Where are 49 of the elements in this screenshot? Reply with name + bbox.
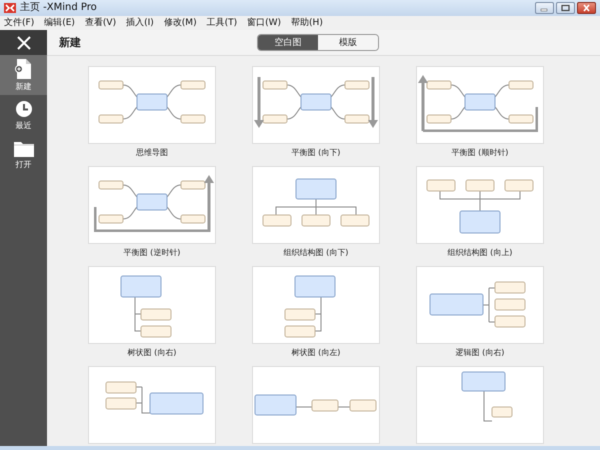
tab[interactable]: 空白图 xyxy=(258,35,318,50)
close-button[interactable] xyxy=(0,30,47,55)
close-icon xyxy=(16,36,30,50)
window-title: 主页 -XMind Pro xyxy=(20,2,98,14)
template-card[interactable] xyxy=(252,166,380,244)
close-button[interactable] xyxy=(577,2,596,14)
menu-item[interactable]: 插入(I) xyxy=(126,17,154,29)
folder-icon xyxy=(14,140,34,156)
sidebar-label: 最近 xyxy=(16,120,32,130)
template-label: 逻辑图 (向右) xyxy=(456,347,504,359)
diagram-drawing xyxy=(120,275,172,338)
menu-item[interactable]: 帮助(H) xyxy=(291,17,323,29)
sidebar-label: 打开 xyxy=(16,160,32,170)
template-card[interactable] xyxy=(252,66,380,144)
sidebar-label: 新建 xyxy=(16,82,32,92)
template-label: 树状图 (向左) xyxy=(292,347,340,359)
template-card[interactable] xyxy=(88,366,216,444)
template-card[interactable] xyxy=(88,166,216,244)
template-label: 平衡图 (顺时针) xyxy=(452,147,508,159)
maximize-button[interactable] xyxy=(556,2,575,14)
template-card[interactable] xyxy=(88,266,216,344)
page-title: 新建 xyxy=(59,36,81,50)
template-card[interactable] xyxy=(252,266,380,344)
menu-item[interactable]: 工具(T) xyxy=(206,17,238,29)
sidebar-item[interactable]: 最近 xyxy=(0,95,47,135)
menu-item[interactable]: 编辑(E) xyxy=(44,17,75,29)
diagram-drawing xyxy=(461,371,513,422)
sidebar-item[interactable]: 打开 xyxy=(0,135,47,175)
menu-item[interactable]: 窗口(W) xyxy=(247,17,282,29)
sidebar-item[interactable]: 新建 xyxy=(0,55,47,95)
template-card[interactable] xyxy=(88,66,216,144)
new-file-icon xyxy=(14,58,32,78)
template-card[interactable] xyxy=(416,166,544,244)
template-label: 树状图 (向右) xyxy=(128,347,176,359)
template-label: 平衡图 (向下) xyxy=(292,147,340,159)
template-card[interactable] xyxy=(252,366,380,444)
template-card[interactable] xyxy=(416,66,544,144)
menu-item[interactable]: 修改(M) xyxy=(164,17,197,29)
diagram-drawing xyxy=(284,275,336,338)
template-label: 平衡图 (逆时针) xyxy=(124,247,180,259)
template-label: 组织结构图 (向下) xyxy=(284,247,348,259)
clock-icon xyxy=(14,100,32,118)
template-card[interactable] xyxy=(416,266,544,344)
menu-item[interactable]: 查看(V) xyxy=(84,17,116,29)
template-label: 思维导图 xyxy=(136,147,168,159)
app-logo-icon xyxy=(4,3,16,13)
menu-item[interactable]: 文件(F) xyxy=(4,17,34,29)
template-card[interactable] xyxy=(416,366,544,444)
template-label: 组织结构图 (向上) xyxy=(448,247,512,259)
